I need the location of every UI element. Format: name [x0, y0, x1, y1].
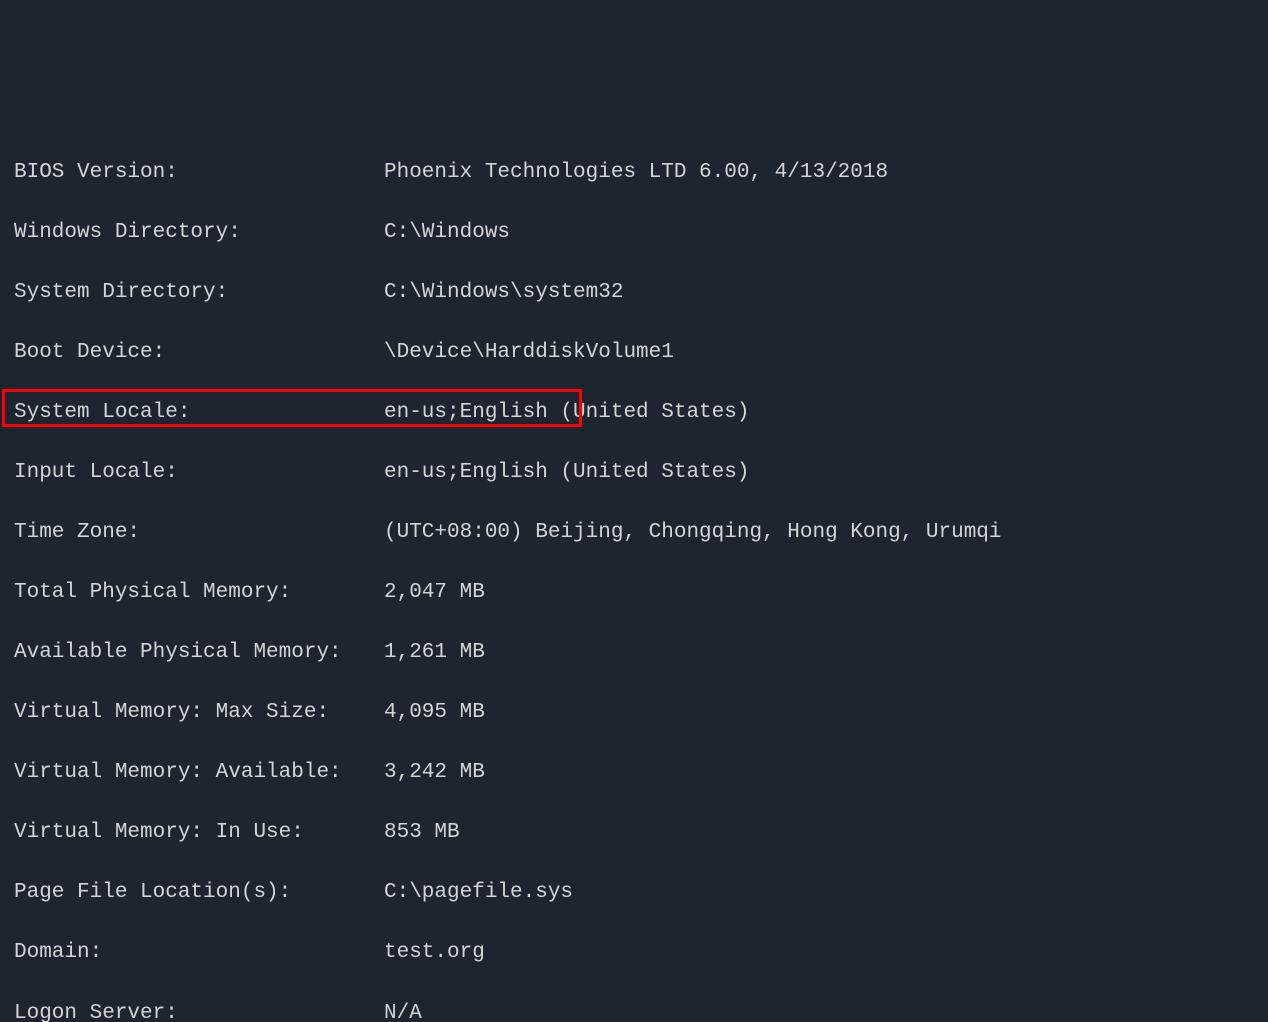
info-row-domain: Domain:test.org	[14, 938, 1254, 968]
info-label: Time Zone:	[14, 518, 384, 548]
info-value: en-us;English (United States)	[384, 398, 1254, 428]
info-value: 853 MB	[384, 818, 1254, 848]
info-row: BIOS Version:Phoenix Technologies LTD 6.…	[14, 158, 1254, 188]
info-row: Total Physical Memory:2,047 MB	[14, 578, 1254, 608]
info-value: C:\pagefile.sys	[384, 878, 1254, 908]
info-row: Available Physical Memory:1,261 MB	[14, 638, 1254, 668]
info-label: Available Physical Memory:	[14, 638, 384, 668]
info-value: \Device\HarddiskVolume1	[384, 338, 1254, 368]
info-value: 3,242 MB	[384, 758, 1254, 788]
info-label: Total Physical Memory:	[14, 578, 384, 608]
info-value: test.org	[384, 938, 1254, 968]
info-value: C:\Windows\system32	[384, 278, 1254, 308]
info-row: Virtual Memory: Available:3,242 MB	[14, 758, 1254, 788]
info-row: System Locale:en-us;English (United Stat…	[14, 398, 1254, 428]
info-label: Logon Server:	[14, 999, 384, 1022]
info-row: Boot Device:\Device\HarddiskVolume1	[14, 338, 1254, 368]
info-label: BIOS Version:	[14, 158, 384, 188]
info-label: Windows Directory:	[14, 218, 384, 248]
info-row: System Directory:C:\Windows\system32	[14, 278, 1254, 308]
info-value: (UTC+08:00) Beijing, Chongqing, Hong Kon…	[384, 518, 1254, 548]
info-label: Input Locale:	[14, 458, 384, 488]
info-row: Page File Location(s):C:\pagefile.sys	[14, 878, 1254, 908]
info-row: Windows Directory:C:\Windows	[14, 218, 1254, 248]
info-row: Virtual Memory: Max Size:4,095 MB	[14, 698, 1254, 728]
info-value: C:\Windows	[384, 218, 1254, 248]
info-value: Phoenix Technologies LTD 6.00, 4/13/2018	[384, 158, 1254, 188]
info-label: System Locale:	[14, 398, 384, 428]
info-label: Virtual Memory: Available:	[14, 758, 384, 788]
info-label: Domain:	[14, 938, 384, 968]
info-value: N/A	[384, 999, 1254, 1022]
info-value: 4,095 MB	[384, 698, 1254, 728]
info-row: Virtual Memory: In Use:853 MB	[14, 818, 1254, 848]
info-value: 2,047 MB	[384, 578, 1254, 608]
terminal-output: BIOS Version:Phoenix Technologies LTD 6.…	[14, 128, 1254, 1022]
info-value: en-us;English (United States)	[384, 458, 1254, 488]
info-value: 1,261 MB	[384, 638, 1254, 668]
info-row: Time Zone:(UTC+08:00) Beijing, Chongqing…	[14, 518, 1254, 548]
info-row: Logon Server:N/A	[14, 999, 1254, 1022]
info-label: System Directory:	[14, 278, 384, 308]
info-label: Virtual Memory: Max Size:	[14, 698, 384, 728]
info-label: Page File Location(s):	[14, 878, 384, 908]
info-label: Virtual Memory: In Use:	[14, 818, 384, 848]
info-label: Boot Device:	[14, 338, 384, 368]
info-row: Input Locale:en-us;English (United State…	[14, 458, 1254, 488]
